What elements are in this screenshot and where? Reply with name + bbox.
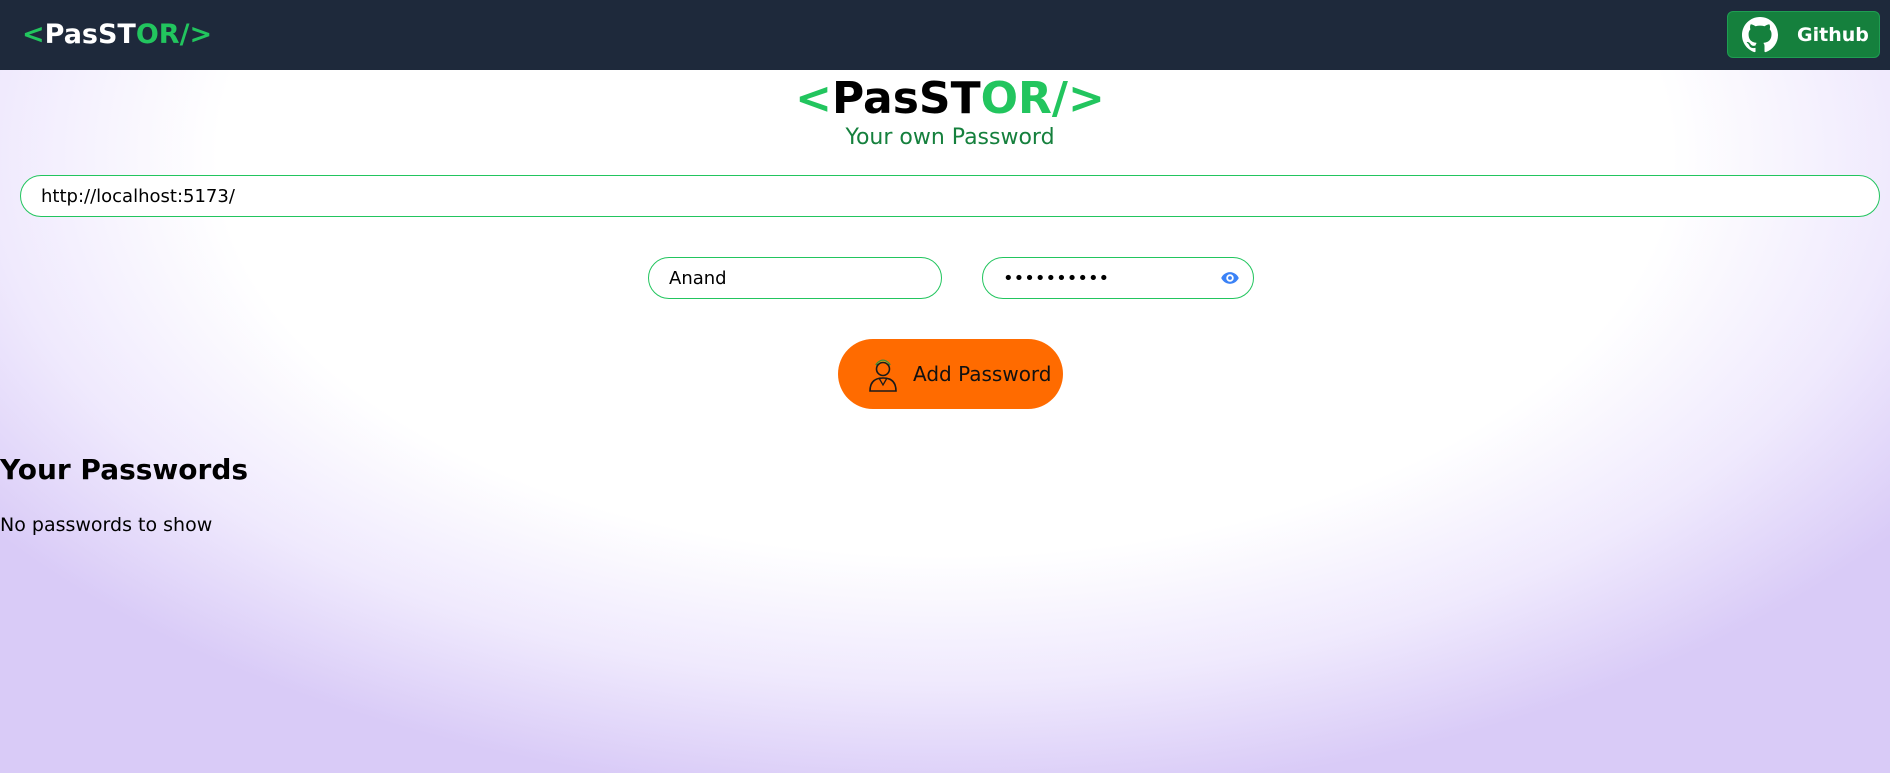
empty-passwords-message: No passwords to show — [0, 514, 213, 536]
hero-logo-or: OR/ — [980, 73, 1068, 124]
eye-icon[interactable] — [1219, 268, 1241, 288]
add-password-button[interactable]: Add Password — [838, 339, 1063, 409]
your-passwords-heading: Your Passwords — [0, 453, 249, 486]
logo-open-bracket: < — [22, 19, 45, 50]
hero-logo-pasor: PasST — [831, 73, 981, 124]
username-input[interactable] — [648, 257, 942, 299]
logo-or-green: OR/ — [135, 19, 190, 50]
logo-close-bracket: > — [189, 19, 213, 50]
github-icon — [1742, 17, 1778, 53]
add-password-label: Add Password — [913, 362, 1052, 386]
website-url-input[interactable] — [20, 175, 1880, 217]
logo-pasor-white: PasST — [44, 19, 136, 50]
password-input[interactable] — [982, 257, 1254, 299]
user-lock-icon — [869, 359, 897, 392]
navbar-logo[interactable]: <PasSTOR/> — [22, 18, 212, 52]
hero-logo: <PasSTOR/> — [0, 71, 1890, 127]
github-button[interactable]: Github — [1727, 11, 1880, 58]
github-label: Github — [1797, 24, 1869, 46]
hero-logo-close-bracket: > — [1068, 73, 1105, 124]
hero-tagline: Your own Password — [845, 125, 1055, 150]
navbar: <PasSTOR/> Github — [0, 0, 1890, 70]
hero-logo-open-bracket: < — [795, 73, 832, 124]
